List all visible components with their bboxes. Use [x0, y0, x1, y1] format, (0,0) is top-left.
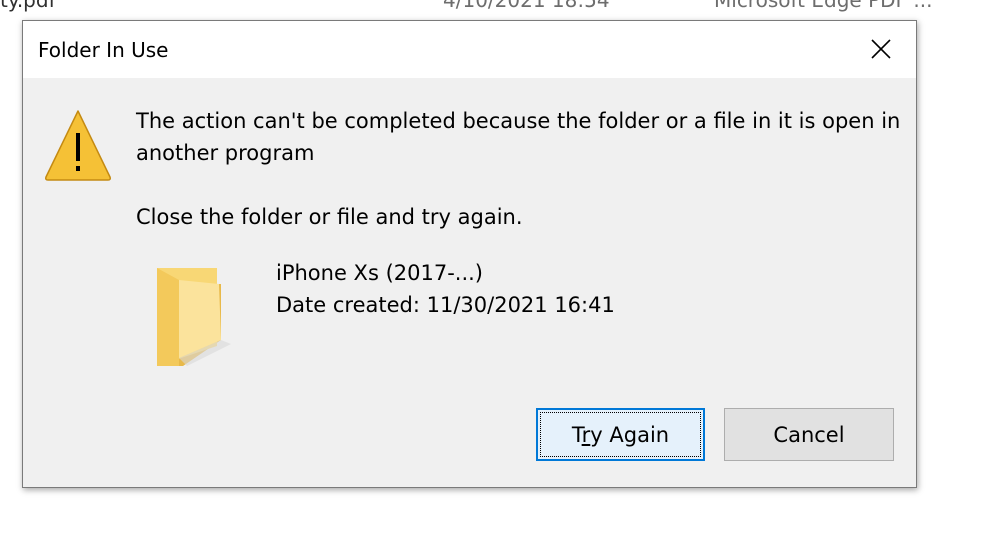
cancel-label: Cancel	[773, 422, 845, 447]
try-again-button[interactable]: Try Again	[536, 408, 705, 461]
instruction-message: Close the folder or file and try again.	[136, 205, 523, 229]
folder-in-use-dialog: Folder In Use The action can't be comple…	[22, 20, 917, 488]
dialog-title: Folder In Use	[38, 38, 169, 62]
close-button[interactable]	[846, 21, 916, 78]
background-file-date: 4/10/2021 18:54	[443, 0, 610, 12]
background-file-name: ty.pdf	[0, 0, 56, 12]
dialog-titlebar[interactable]: Folder In Use	[23, 21, 916, 78]
folder-icon	[157, 268, 231, 366]
background-file-row: ty.pdf 4/10/2021 18:54 Microsoft Edge PD…	[0, 0, 993, 12]
folder-name: iPhone Xs (2017-...)	[276, 261, 483, 285]
background-file-type: Microsoft Edge PDF ...	[714, 0, 933, 12]
close-icon	[871, 39, 891, 59]
cancel-button[interactable]: Cancel	[724, 408, 894, 461]
error-message: The action can't be completed because th…	[136, 109, 901, 165]
dialog-message: The action can't be completed because th…	[136, 105, 906, 233]
warning-icon	[45, 110, 111, 181]
folder-date-created: Date created: 11/30/2021 16:41	[276, 293, 615, 317]
focus-ring	[540, 412, 701, 457]
